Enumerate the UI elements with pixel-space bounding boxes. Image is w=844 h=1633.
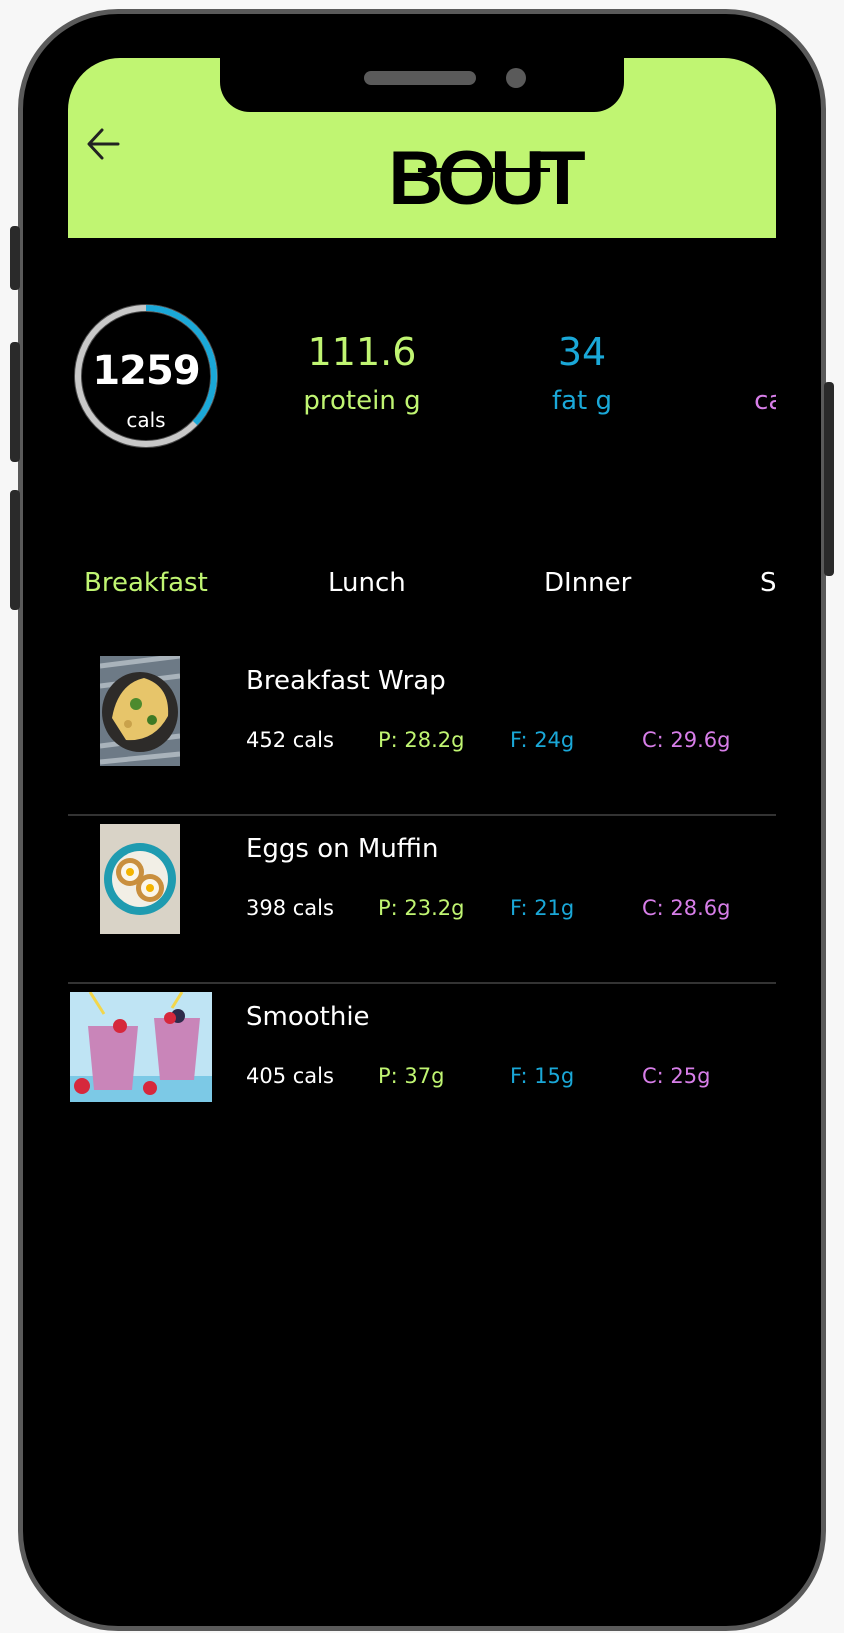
tab-breakfast[interactable]: Breakfast: [84, 568, 208, 598]
meal-calories: 452 cals: [246, 728, 334, 752]
meal-protein: P: 28.2g: [378, 728, 465, 752]
carbs-value: 16: [722, 330, 776, 374]
tab-dinner[interactable]: DInner: [544, 568, 631, 598]
calorie-unit: cals: [126, 408, 166, 432]
smoothie-photo: [70, 992, 212, 1102]
meal-fat: F: 24g: [510, 728, 575, 752]
meal-carbs: C: 28.6g: [642, 896, 731, 920]
meal-item-smoothie[interactable]: Smoothie 405 cals P: 37g F: 15g C: 25g: [68, 984, 776, 1150]
bout-logo: BOUT: [374, 120, 594, 221]
meal-carbs: C: 25g: [642, 1064, 711, 1088]
meal-fat: F: 21g: [510, 896, 575, 920]
fat-summary: 34 fat g: [502, 296, 662, 416]
meal-tabs: Breakfast Lunch DInner Snacks: [68, 568, 776, 608]
carbs-label: carbs g: [754, 386, 776, 416]
meal-name: Smoothie: [246, 1002, 370, 1032]
meal-item-eggs-on-muffin[interactable]: Eggs on Muffin 398 cals P: 23.2g F: 21g …: [68, 816, 776, 984]
app-header: BOUT: [68, 58, 776, 238]
front-camera: [506, 68, 526, 88]
tab-lunch[interactable]: Lunch: [328, 568, 406, 598]
fat-label: fat g: [551, 386, 613, 416]
eggs-muffin-photo: [100, 824, 180, 934]
meal-protein: P: 23.2g: [378, 896, 465, 920]
meal-protein: P: 37g: [378, 1064, 445, 1088]
calorie-total: 1259: [92, 348, 200, 394]
power-button: [824, 382, 834, 576]
carbs-summary: 16 carbs g: [722, 296, 776, 416]
meal-name: Eggs on Muffin: [246, 834, 439, 864]
device-notch: [220, 58, 624, 112]
silent-switch: [10, 226, 20, 290]
speaker-grille: [364, 71, 476, 85]
meal-carbs: C: 29.6g: [642, 728, 731, 752]
meal-name: Breakfast Wrap: [246, 666, 446, 696]
tab-snacks[interactable]: Snacks: [760, 568, 776, 598]
fat-value: 34: [557, 330, 607, 374]
meal-calories: 398 cals: [246, 896, 334, 920]
meal-list: Breakfast Wrap 452 cals P: 28.2g F: 24g …: [68, 648, 776, 1150]
breakfast-wrap-photo: [100, 656, 180, 766]
protein-value: 111.6: [307, 330, 417, 374]
volume-down-button: [10, 490, 20, 610]
protein-summary: 111.6 protein g: [282, 296, 442, 416]
daily-summary: 1259 cals 111.6 protein g 34 fat g 16 ca…: [68, 296, 776, 456]
meal-item-breakfast-wrap[interactable]: Breakfast Wrap 452 cals P: 28.2g F: 24g …: [68, 648, 776, 816]
back-arrow-icon[interactable]: [84, 124, 124, 164]
protein-label: protein g: [303, 386, 421, 416]
meal-calories: 405 cals: [246, 1064, 334, 1088]
volume-up-button: [10, 342, 20, 462]
app-screen: BOUT 1259 cals 111.6 protein g 34 fat g …: [68, 58, 776, 1594]
logo-wordmark: BOUT: [388, 136, 585, 220]
meal-fat: F: 15g: [510, 1064, 575, 1088]
